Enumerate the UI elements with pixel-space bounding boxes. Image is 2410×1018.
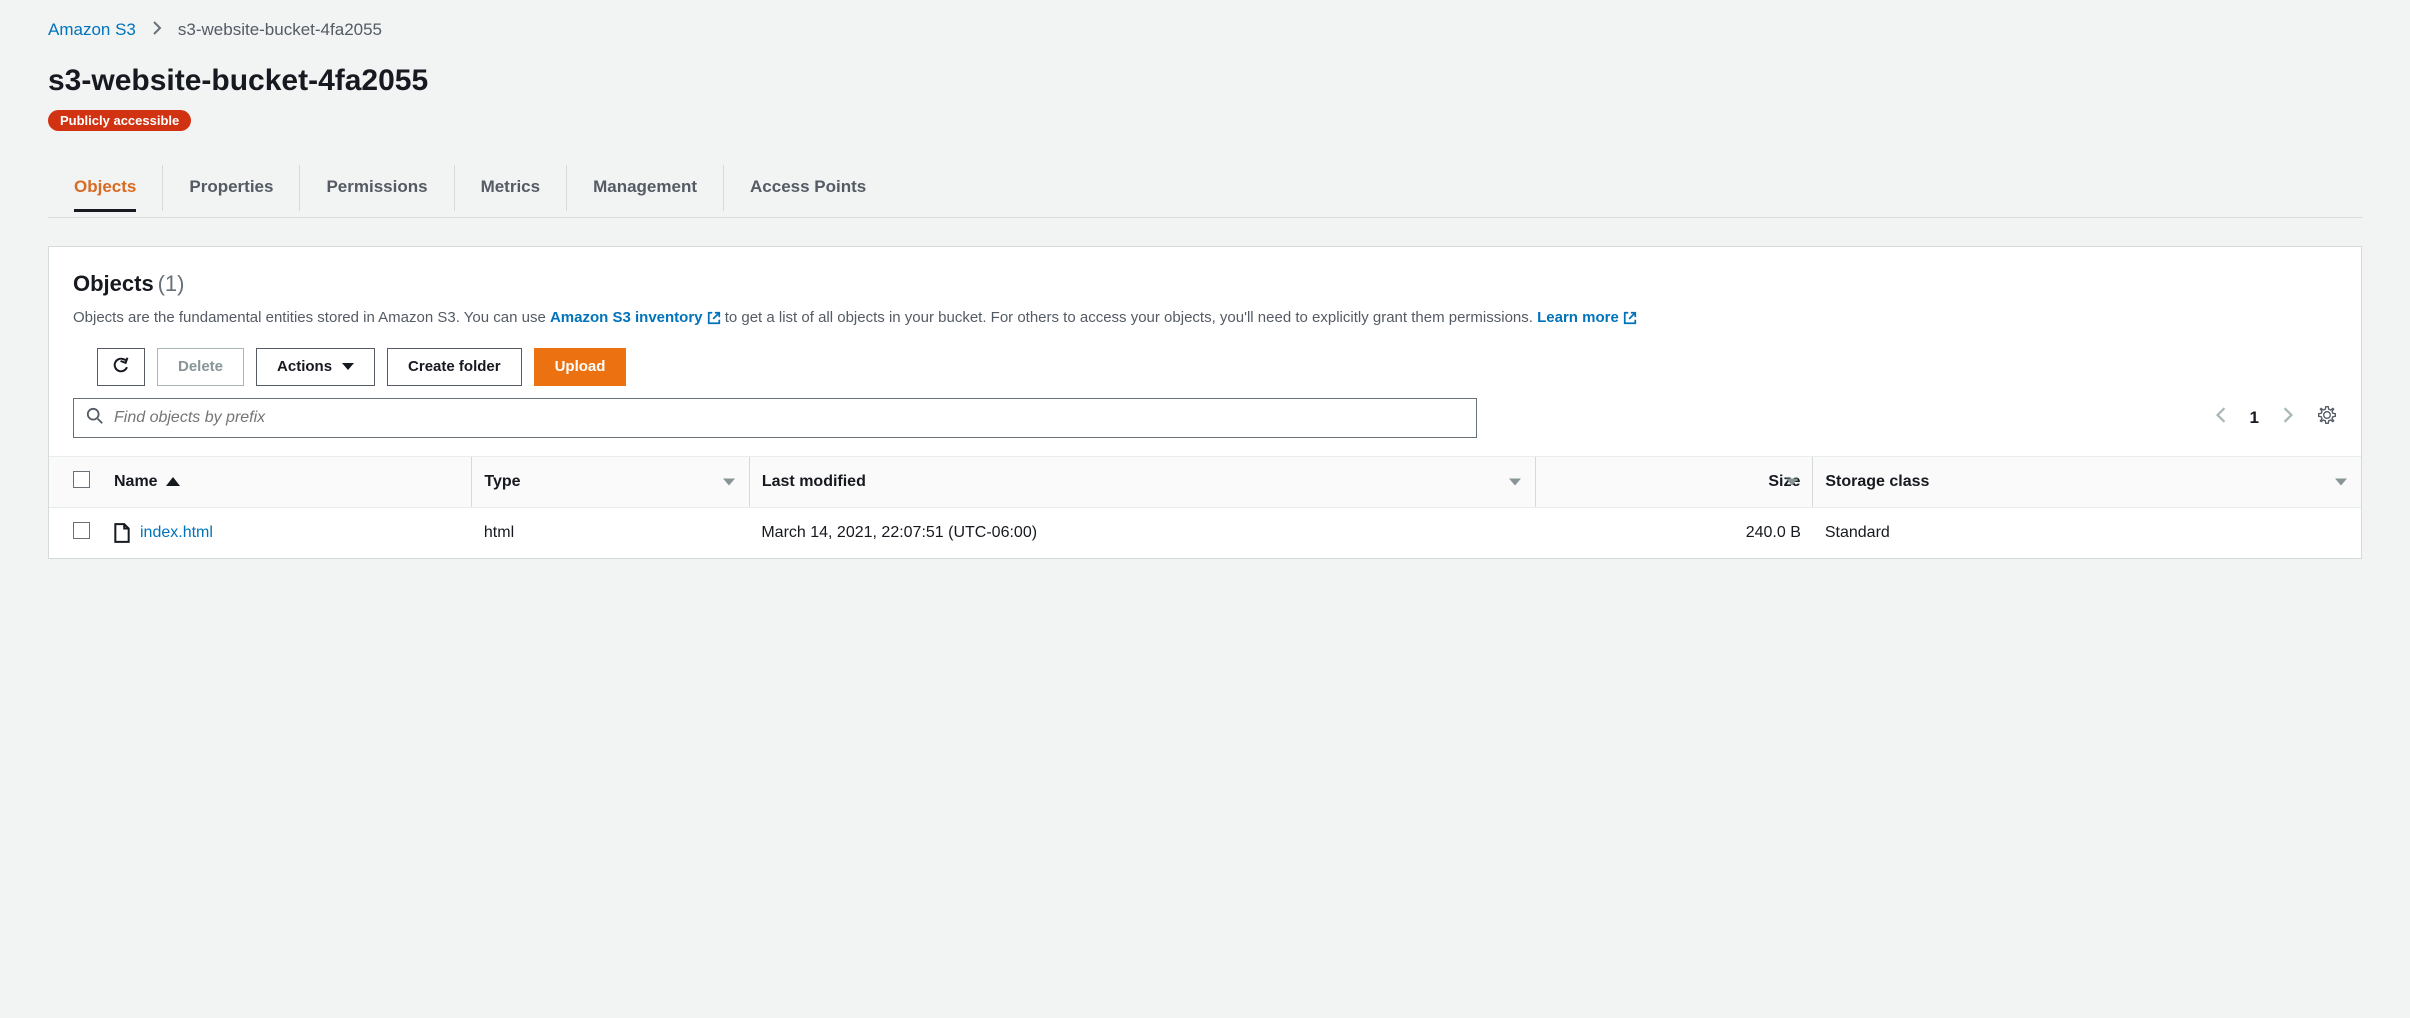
panel-title: Objects <box>73 271 154 296</box>
page-number: 1 <box>2250 408 2259 428</box>
public-badge: Publicly accessible <box>48 110 191 131</box>
toolbar: Delete Actions Create folder Upload <box>73 348 2337 386</box>
gear-icon <box>2317 405 2337 430</box>
search-icon <box>86 407 104 428</box>
sort-icon <box>723 478 735 485</box>
panel-description: Objects are the fundamental entities sto… <box>73 307 2337 330</box>
settings-button[interactable] <box>2317 405 2337 430</box>
row-checkbox[interactable] <box>73 522 90 539</box>
inventory-link[interactable]: Amazon S3 inventory <box>550 309 721 326</box>
breadcrumb: Amazon S3 s3-website-bucket-4fa2055 <box>48 20 2362 40</box>
breadcrumb-current: s3-website-bucket-4fa2055 <box>178 20 382 40</box>
external-link-icon <box>707 311 721 325</box>
tab-management[interactable]: Management <box>593 165 697 209</box>
panel-count: (1) <box>158 271 185 296</box>
pagination: 1 <box>2216 405 2337 430</box>
sort-asc-icon <box>166 477 180 486</box>
search-box[interactable] <box>73 398 1477 438</box>
desc-text: to get a list of all objects in your buc… <box>725 309 1537 326</box>
objects-table: Name Type Last modified Size Storage cla… <box>49 456 2361 558</box>
tab-objects[interactable]: Objects <box>74 165 136 212</box>
column-type[interactable]: Type <box>472 456 749 507</box>
cell-last-modified: March 14, 2021, 22:07:51 (UTC-06:00) <box>749 507 1535 558</box>
object-link[interactable]: index.html <box>140 524 213 541</box>
file-icon <box>114 523 130 543</box>
column-name[interactable]: Name <box>102 456 472 507</box>
create-folder-button[interactable]: Create folder <box>387 348 522 386</box>
next-page-button[interactable] <box>2283 407 2293 428</box>
sort-icon <box>1509 478 1521 485</box>
tabs: Objects Properties Permissions Metrics Manag… <box>48 159 2362 218</box>
column-storage-class[interactable]: Storage class <box>1813 456 2361 507</box>
desc-text: Objects are the fundamental entities sto… <box>73 309 550 326</box>
refresh-button[interactable] <box>97 348 145 386</box>
breadcrumb-root-link[interactable]: Amazon S3 <box>48 20 136 40</box>
select-all-checkbox[interactable] <box>73 471 90 488</box>
cell-storage-class: Standard <box>1813 507 2361 558</box>
cell-type: html <box>472 507 749 558</box>
page-title: s3-website-bucket-4fa2055 <box>48 64 2362 98</box>
delete-button[interactable]: Delete <box>157 348 244 386</box>
refresh-icon <box>112 356 130 378</box>
objects-panel: Objects (1) Objects are the fundamental … <box>48 246 2362 559</box>
chevron-right-icon <box>152 20 162 40</box>
column-last-modified[interactable]: Last modified <box>749 456 1535 507</box>
tab-permissions[interactable]: Permissions <box>326 165 427 209</box>
table-row: index.html htmlMarch 14, 2021, 22:07:51 (… <box>49 507 2361 558</box>
tab-properties[interactable]: Properties <box>189 165 273 209</box>
search-input[interactable] <box>114 409 1464 427</box>
column-size[interactable]: Size <box>1535 456 1812 507</box>
tab-access-points[interactable]: Access Points <box>750 165 866 209</box>
tab-metrics[interactable]: Metrics <box>481 165 541 209</box>
external-link-icon <box>1623 311 1637 325</box>
sort-icon <box>1786 478 1798 485</box>
actions-label: Actions <box>277 358 332 375</box>
actions-button[interactable]: Actions <box>256 348 375 386</box>
upload-button[interactable]: Upload <box>534 348 627 386</box>
sort-icon <box>2335 478 2347 485</box>
prev-page-button[interactable] <box>2216 407 2226 428</box>
learn-more-link[interactable]: Learn more <box>1537 309 1637 326</box>
cell-size: 240.0 B <box>1535 507 1812 558</box>
caret-down-icon <box>342 363 354 370</box>
